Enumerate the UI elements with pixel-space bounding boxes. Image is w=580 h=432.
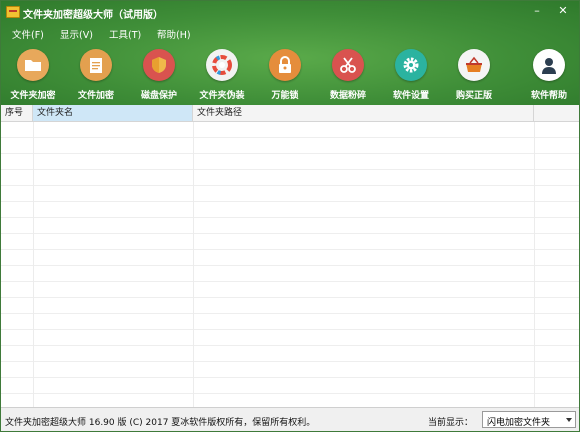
basket-icon xyxy=(458,49,490,81)
column-header-index[interactable]: 序号 xyxy=(1,105,33,121)
app-window: 文件夹加密超级大师（试用版） – ✕ 文件(F) 显示(V) 工具(T) 帮助(… xyxy=(0,0,580,432)
column-divider xyxy=(534,122,535,407)
tool-label: 文件加密 xyxy=(77,91,114,101)
buy-button[interactable]: 购买正版 xyxy=(443,49,505,101)
tool-label: 软件帮助 xyxy=(530,91,567,101)
menu-bar: 文件(F) 显示(V) 工具(T) 帮助(H) xyxy=(1,24,579,42)
header: 文件夹加密超级大师（试用版） – ✕ 文件(F) 显示(V) 工具(T) 帮助(… xyxy=(1,1,579,105)
menu-tools[interactable]: 工具(T) xyxy=(109,27,141,41)
tool-label: 购买正版 xyxy=(455,91,492,101)
lock-icon xyxy=(269,49,301,81)
tool-label: 文件夹伪装 xyxy=(199,91,245,101)
window-title: 文件夹加密超级大师（试用版） xyxy=(23,10,163,21)
folder-disguise-button[interactable]: 文件夹伪装 xyxy=(191,49,253,101)
tool-label: 万能锁 xyxy=(271,91,299,101)
data-shred-button[interactable]: 数据粉碎 xyxy=(317,49,379,101)
copyright-text: 文件夹加密超级大师 16.90 版 (C) 2017 夏冰软件版权所有，保留所有… xyxy=(5,418,316,428)
user-help-icon xyxy=(533,49,565,81)
app-logo-icon xyxy=(6,6,20,18)
menu-file[interactable]: 文件(F) xyxy=(12,27,44,41)
file-table: 序号 文件夹名 文件夹路径 xyxy=(1,105,579,407)
display-select-value: 闪电加密文件夹 xyxy=(487,418,551,428)
table-rows[interactable] xyxy=(1,122,579,407)
display-select[interactable]: 闪电加密文件夹 xyxy=(482,411,576,428)
universal-lock-button[interactable]: 万能锁 xyxy=(254,49,316,101)
folder-encrypt-button[interactable]: 文件夹加密 xyxy=(2,49,64,101)
menu-view[interactable]: 显示(V) xyxy=(60,27,93,41)
tool-label: 磁盘保护 xyxy=(140,91,177,101)
tool-label: 文件夹加密 xyxy=(10,91,56,101)
current-display-label: 当前显示： xyxy=(428,418,474,428)
settings-button[interactable]: 软件设置 xyxy=(380,49,442,101)
color-wheel-icon xyxy=(206,49,238,81)
document-icon xyxy=(80,49,112,81)
status-bar: 文件夹加密超级大师 16.90 版 (C) 2017 夏冰软件版权所有，保留所有… xyxy=(1,407,579,431)
column-header-folder-path[interactable]: 文件夹路径 xyxy=(193,105,534,121)
file-encrypt-button[interactable]: 文件加密 xyxy=(65,49,127,101)
gear-icon xyxy=(395,49,427,81)
column-divider xyxy=(193,122,194,407)
toolbar: 文件夹加密 文件加密 磁盘保护 文件夹伪装 万能锁 数据粉碎 软件设置 购买正版… xyxy=(1,45,579,103)
table-header: 序号 文件夹名 文件夹路径 xyxy=(1,105,579,122)
tool-label: 软件设置 xyxy=(392,91,429,101)
minimize-button[interactable]: – xyxy=(528,3,546,19)
column-divider xyxy=(33,122,34,407)
column-header-folder-name[interactable]: 文件夹名 xyxy=(33,105,193,121)
scissors-icon xyxy=(332,49,364,81)
menu-help[interactable]: 帮助(H) xyxy=(157,27,191,41)
disk-protect-button[interactable]: 磁盘保护 xyxy=(128,49,190,101)
shield-icon xyxy=(143,49,175,81)
tool-label: 数据粉碎 xyxy=(329,91,366,101)
close-button[interactable]: ✕ xyxy=(554,3,572,19)
title-bar: 文件夹加密超级大师（试用版） – ✕ xyxy=(1,1,579,23)
help-button[interactable]: 软件帮助 xyxy=(518,49,579,101)
folder-icon xyxy=(17,49,49,81)
chevron-down-icon xyxy=(566,418,572,422)
